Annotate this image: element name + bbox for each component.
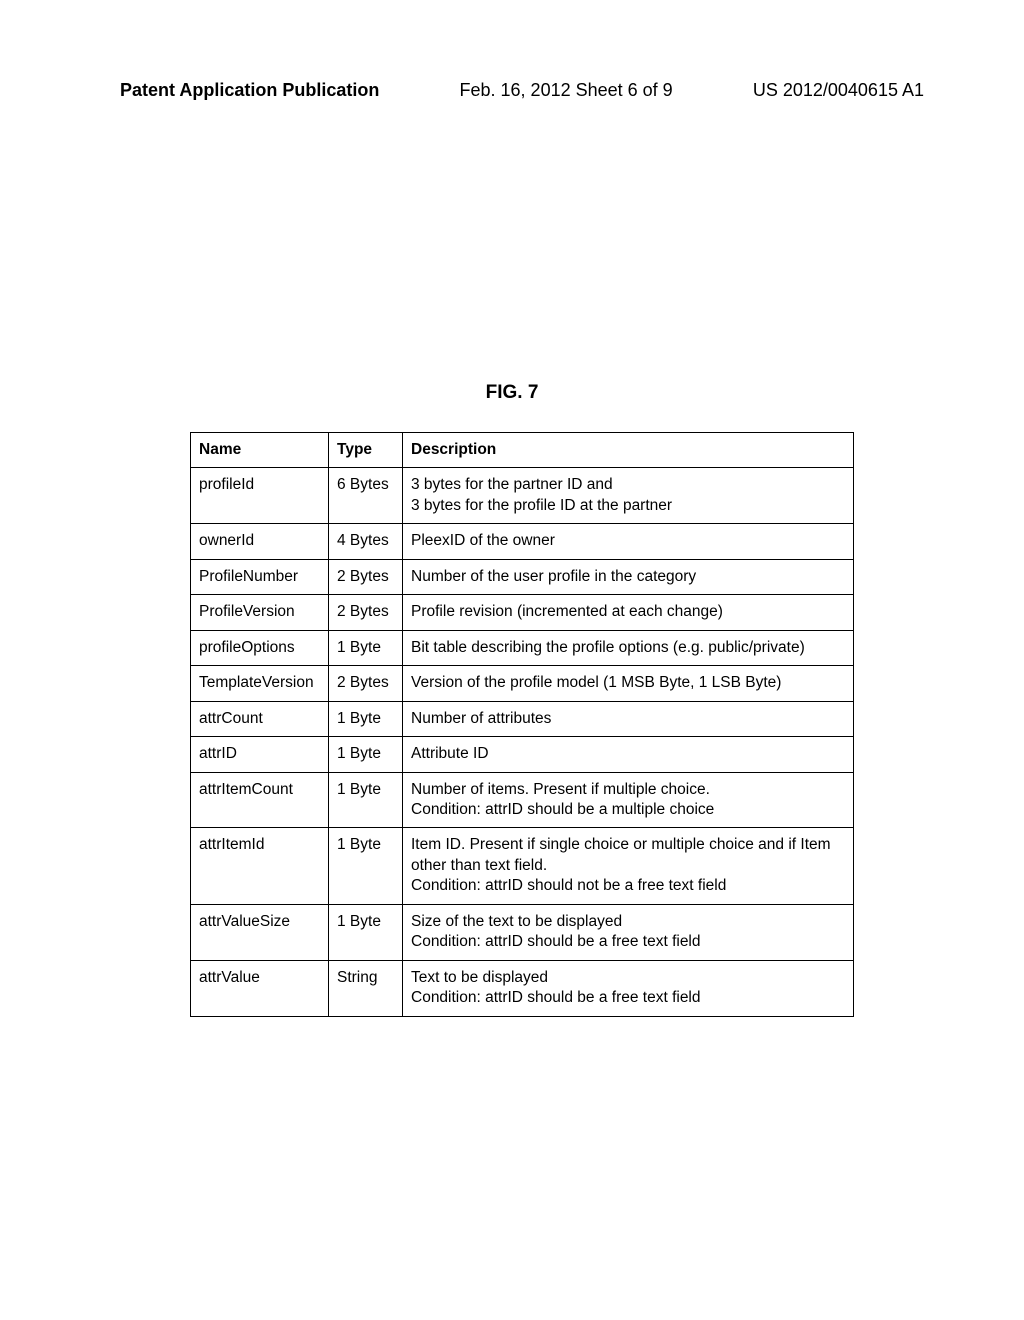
cell-name: ProfileNumber [191,559,329,594]
table-row: attrID1 ByteAttribute ID [191,737,854,772]
table-row: ProfileNumber2 BytesNumber of the user p… [191,559,854,594]
cell-desc: Number of attributes [403,701,854,736]
cell-desc: Attribute ID [403,737,854,772]
cell-type: 1 Byte [329,828,403,904]
figure-label: FIG. 7 [0,382,1024,404]
table-row: profileId6 Bytes3 bytes for the partner … [191,468,854,524]
header-left: Patent Application Publication [120,80,379,101]
cell-name: attrValueSize [191,904,329,960]
cell-desc: Text to be displayed Condition: attrID s… [403,960,854,1016]
cell-type: 2 Bytes [329,666,403,701]
cell-desc: 3 bytes for the partner ID and 3 bytes f… [403,468,854,524]
cell-desc: Profile revision (incremented at each ch… [403,595,854,630]
cell-name: profileOptions [191,630,329,665]
cell-name: attrValue [191,960,329,1016]
cell-type: 2 Bytes [329,559,403,594]
table-row: attrCount1 ByteNumber of attributes [191,701,854,736]
cell-type: 1 Byte [329,630,403,665]
cell-type: 1 Byte [329,772,403,828]
table-row: attrItemCount1 ByteNumber of items. Pres… [191,772,854,828]
table-body: profileId6 Bytes3 bytes for the partner … [191,468,854,1016]
cell-type: 6 Bytes [329,468,403,524]
table-row: attrValueStringText to be displayed Cond… [191,960,854,1016]
spec-table-wrap: Name Type Description profileId6 Bytes3 … [190,432,854,1017]
cell-type: 1 Byte [329,737,403,772]
table-header-row: Name Type Description [191,433,854,468]
page-header: Patent Application Publication Feb. 16, … [0,80,1024,101]
cell-name: ownerId [191,524,329,559]
table-row: attrItemId1 ByteItem ID. Present if sing… [191,828,854,904]
cell-type: 1 Byte [329,904,403,960]
cell-name: attrItemCount [191,772,329,828]
table-row: ownerId4 BytesPleexID of the owner [191,524,854,559]
table-row: TemplateVersion2 BytesVersion of the pro… [191,666,854,701]
cell-desc: Number of the user profile in the catego… [403,559,854,594]
cell-desc: Number of items. Present if multiple cho… [403,772,854,828]
cell-name: attrID [191,737,329,772]
cell-desc: Bit table describing the profile options… [403,630,854,665]
cell-name: attrCount [191,701,329,736]
table-row: ProfileVersion2 BytesProfile revision (i… [191,595,854,630]
cell-name: TemplateVersion [191,666,329,701]
spec-table: Name Type Description profileId6 Bytes3 … [190,432,854,1017]
cell-type: 2 Bytes [329,595,403,630]
table-row: attrValueSize1 ByteSize of the text to b… [191,904,854,960]
cell-name: profileId [191,468,329,524]
cell-type: String [329,960,403,1016]
cell-name: ProfileVersion [191,595,329,630]
cell-type: 4 Bytes [329,524,403,559]
col-header-desc: Description [403,433,854,468]
table-row: profileOptions1 ByteBit table describing… [191,630,854,665]
cell-name: attrItemId [191,828,329,904]
header-right: US 2012/0040615 A1 [753,80,924,101]
cell-type: 1 Byte [329,701,403,736]
col-header-type: Type [329,433,403,468]
cell-desc: Item ID. Present if single choice or mul… [403,828,854,904]
col-header-name: Name [191,433,329,468]
cell-desc: PleexID of the owner [403,524,854,559]
cell-desc: Size of the text to be displayed Conditi… [403,904,854,960]
cell-desc: Version of the profile model (1 MSB Byte… [403,666,854,701]
header-center: Feb. 16, 2012 Sheet 6 of 9 [460,80,673,101]
